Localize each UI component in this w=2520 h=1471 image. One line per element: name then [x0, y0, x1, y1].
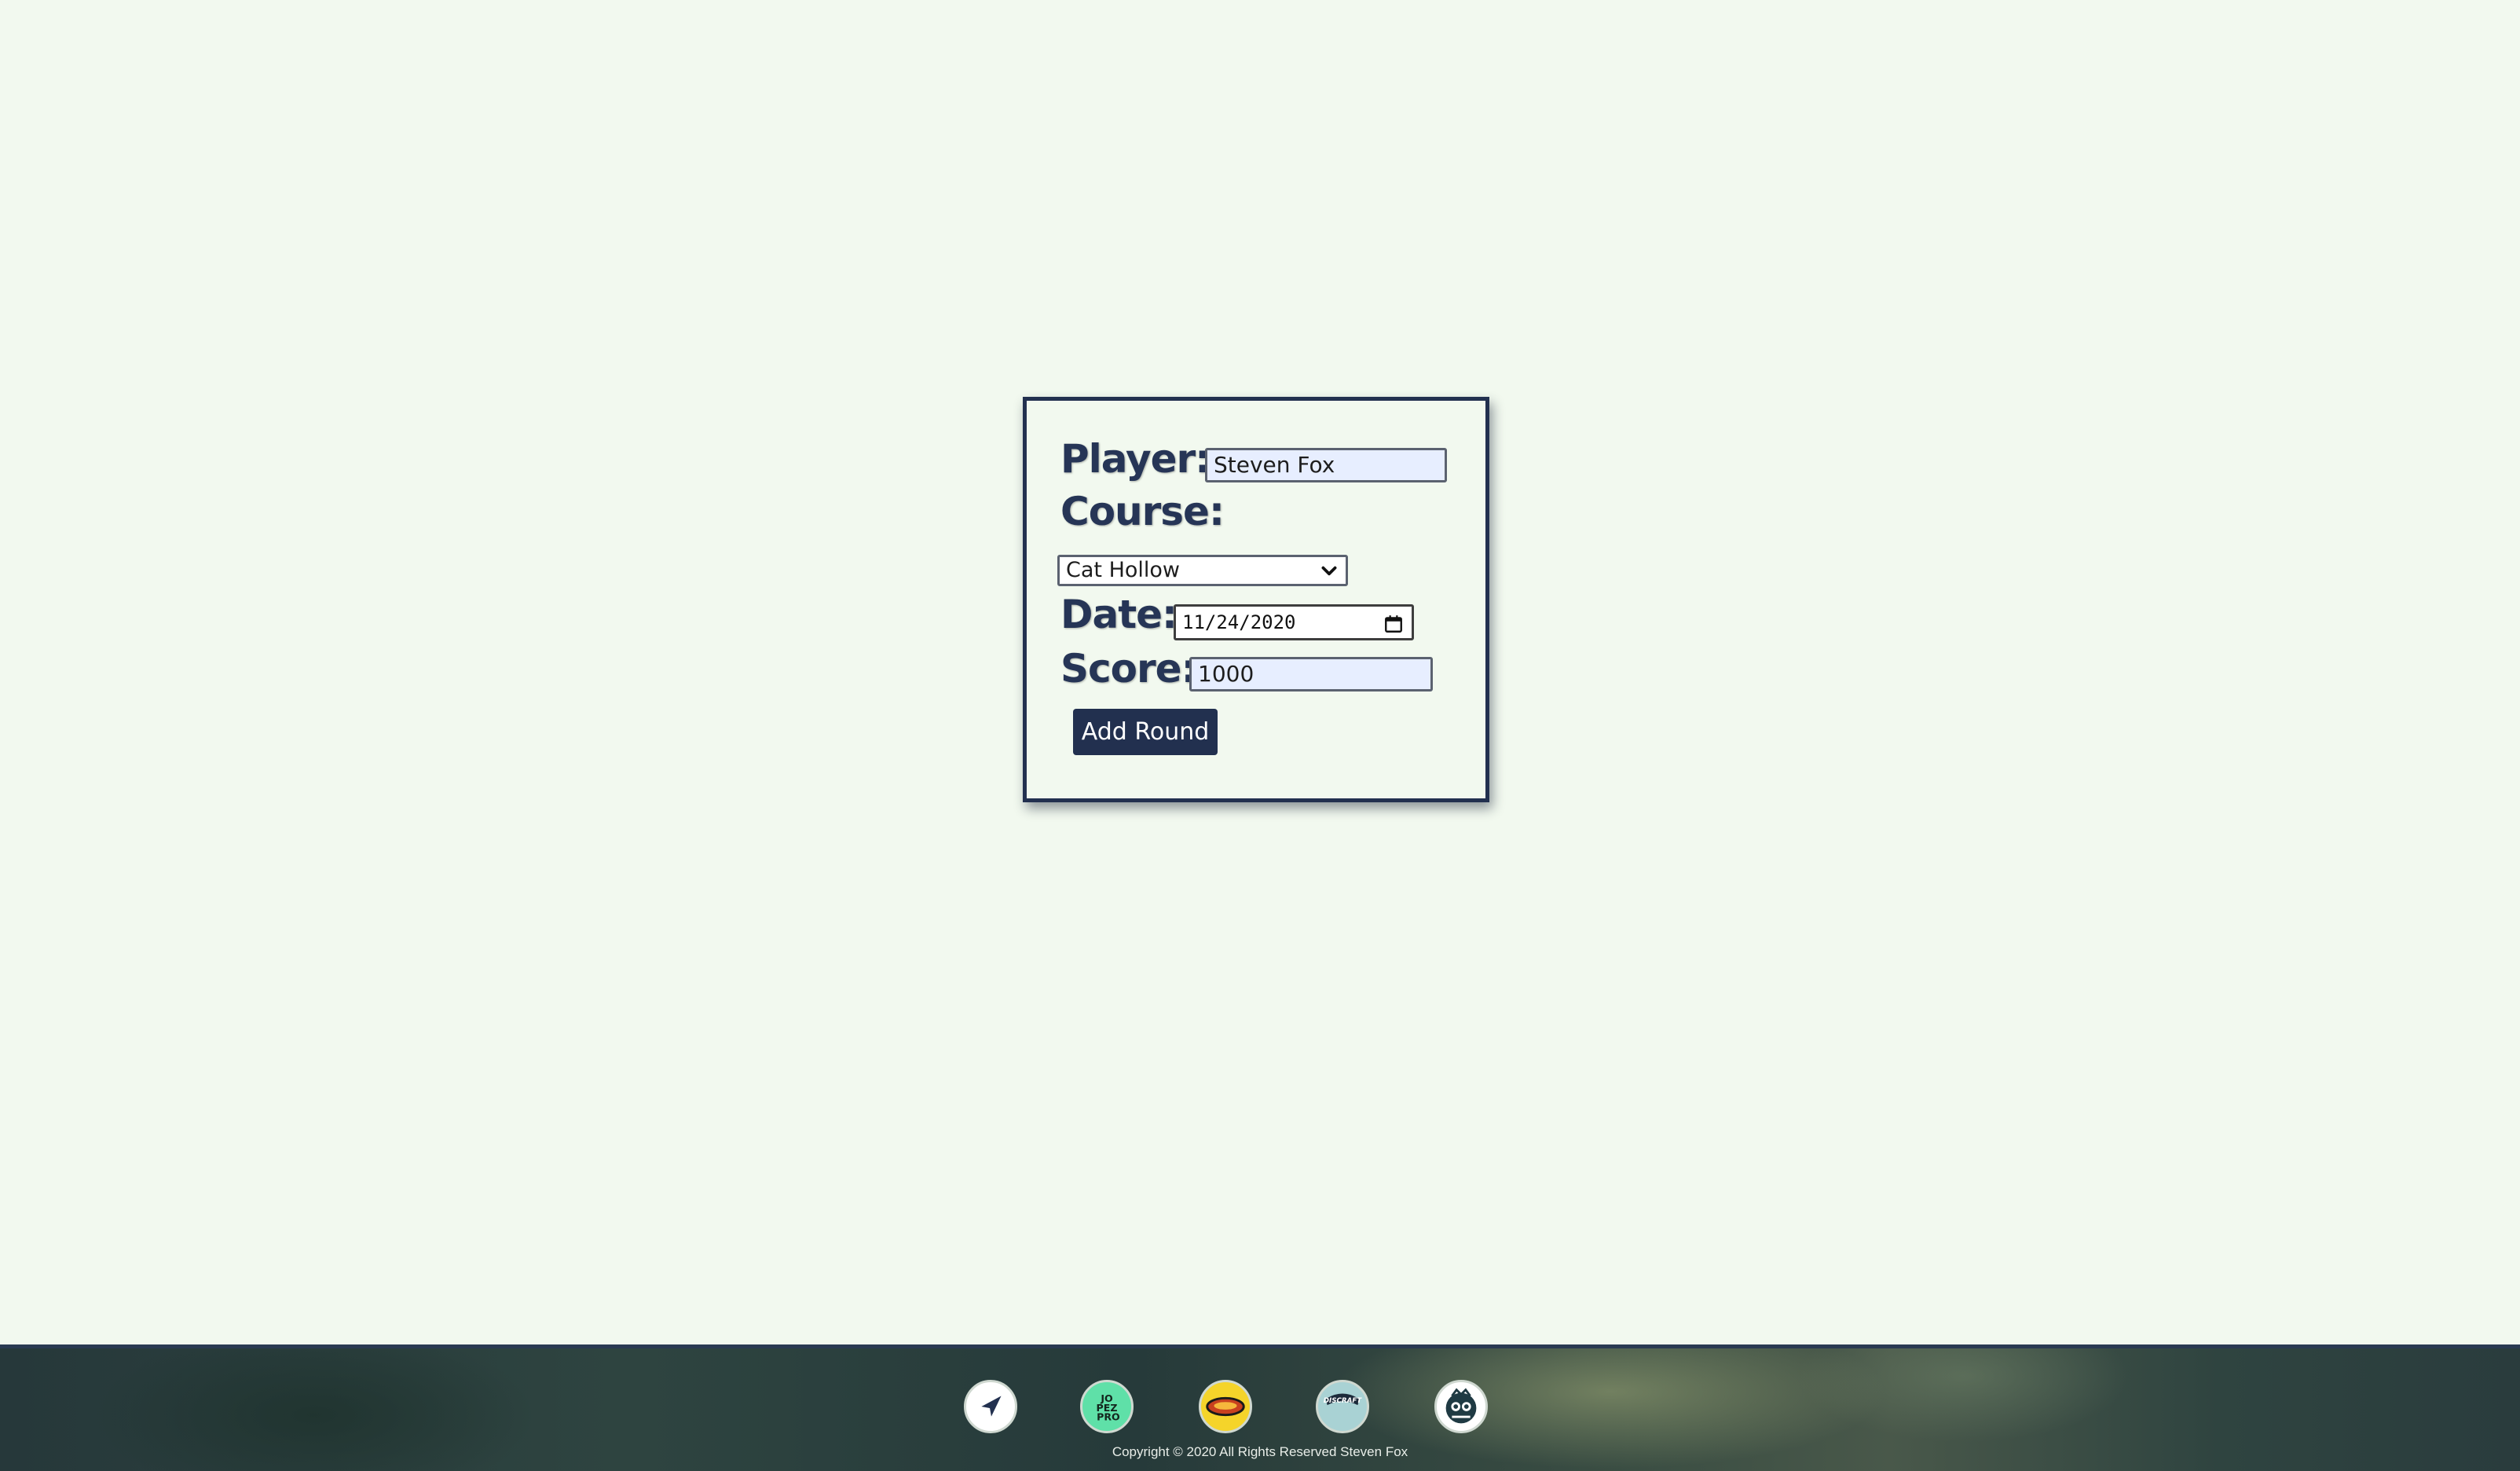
course-label: Course: [1060, 489, 1225, 534]
brand-link-2[interactable] [1199, 1380, 1252, 1433]
copyright-text: Copyright © 2020 All Rights Reserved Ste… [1112, 1444, 1408, 1459]
player-label: Player: [1060, 436, 1211, 482]
score-input[interactable]: 1000 [1189, 657, 1433, 691]
player-input[interactable]: Steven Fox [1205, 448, 1447, 482]
add-round-button[interactable]: Add Round [1073, 709, 1218, 755]
brand-link-4[interactable] [1434, 1380, 1488, 1433]
location-arrow-icon [981, 1396, 1002, 1417]
page: Player: Steven Fox Course: Cat Hollow Da… [0, 0, 2520, 1471]
course-selected-value: Cat Hollow [1066, 558, 1180, 582]
date-input[interactable]: 11/24/2020 [1174, 604, 1414, 640]
brand-logo-icon: DISCRAFT [1324, 1393, 1363, 1405]
date-value: 11/24/2020 [1182, 611, 1296, 633]
brand-link-3[interactable]: DISCRAFT [1316, 1380, 1369, 1433]
date-label: Date: [1060, 592, 1178, 637]
footer-divider [0, 1344, 2520, 1348]
score-label: Score: [1060, 646, 1197, 691]
brand-logo-icon [1445, 1388, 1477, 1424]
brand-logo-text: DISCRAFT [1324, 1397, 1363, 1405]
calendar-icon[interactable] [1383, 614, 1404, 634]
chevron-down-icon [1321, 566, 1337, 576]
brand-logo-icon [1206, 1396, 1245, 1417]
brand-logo-text-3: PRO [1097, 1410, 1120, 1422]
brand-link-1[interactable]: JO PEZ PRO [1080, 1380, 1134, 1433]
course-select[interactable]: Cat Hollow [1057, 555, 1348, 586]
brand-logo-icon: JO PEZ PRO [1097, 1392, 1121, 1422]
navigation-link[interactable] [964, 1380, 1017, 1433]
